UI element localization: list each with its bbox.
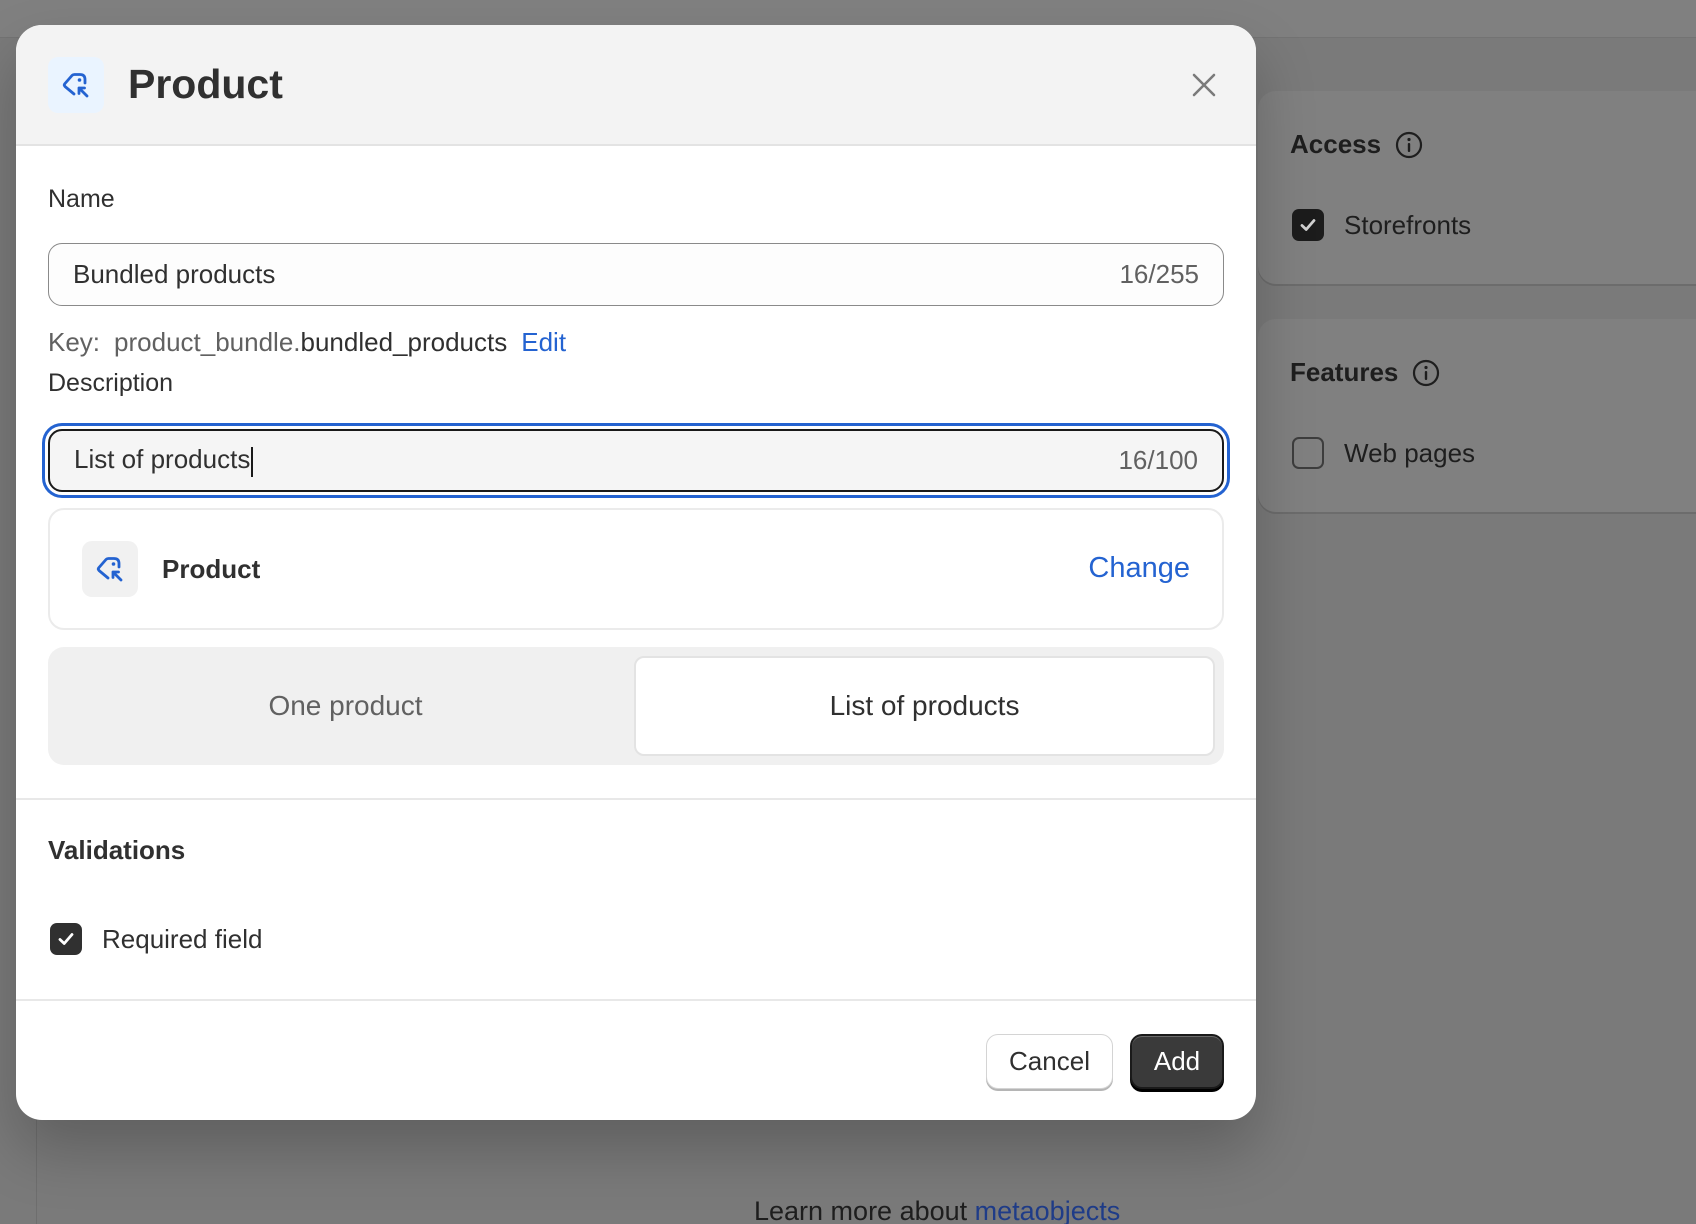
section-divider: [16, 798, 1256, 800]
add-button[interactable]: Add: [1130, 1034, 1224, 1089]
close-icon: [1192, 73, 1216, 97]
storefronts-label: Storefronts: [1344, 209, 1472, 240]
access-card: Access Storefronts: [1258, 91, 1696, 284]
web-pages-label: Web pages: [1344, 437, 1476, 468]
text-caret: [251, 446, 254, 477]
description-input-value[interactable]: List of products: [74, 444, 1118, 477]
web-pages-checkbox-row[interactable]: Web pages: [1292, 437, 1475, 469]
learn-more-text: Learn more about metaobjects: [754, 1196, 1121, 1224]
product-tag-icon: [48, 57, 104, 113]
web-pages-checkbox[interactable]: [1292, 437, 1324, 469]
cancel-button[interactable]: Cancel: [986, 1034, 1113, 1089]
field-type-card: Product Change: [48, 508, 1224, 630]
segment-list-of-products[interactable]: List of products: [634, 656, 1215, 756]
validations-heading: Validations: [48, 835, 186, 865]
change-type-link[interactable]: Change: [1088, 552, 1190, 585]
required-field-checkbox[interactable]: [50, 923, 82, 955]
segment-one-product[interactable]: One product: [57, 656, 634, 756]
edit-key-link[interactable]: Edit: [521, 327, 566, 357]
footer-divider: [16, 999, 1256, 1001]
checkmark-icon: [58, 933, 74, 945]
metaobjects-link[interactable]: metaobjects: [975, 1196, 1121, 1224]
required-field-checkbox-row[interactable]: Required field: [50, 923, 262, 955]
features-card-title: Features: [1290, 357, 1440, 388]
description-input[interactable]: List of products 16/100: [48, 429, 1224, 492]
close-button[interactable]: [1188, 69, 1220, 101]
key-row: Key: product_bundle.bundled_products Edit: [48, 327, 566, 358]
features-card: Features Web pages: [1258, 319, 1696, 512]
description-char-counter: 16/100: [1118, 445, 1198, 475]
info-icon[interactable]: [1395, 131, 1423, 159]
product-field-modal: Product Name Bundled products 16/255 Key…: [16, 25, 1256, 1120]
description-label: Description: [48, 369, 174, 397]
name-input-value[interactable]: Bundled products: [73, 259, 1119, 290]
storefronts-checkbox[interactable]: [1292, 209, 1324, 241]
access-card-title: Access: [1290, 129, 1423, 160]
name-char-counter: 16/255: [1119, 259, 1199, 289]
modal-header: Product: [16, 25, 1256, 146]
name-input[interactable]: Bundled products 16/255: [48, 243, 1224, 306]
field-type-name: Product: [162, 554, 261, 584]
checkmark-icon: [1300, 219, 1316, 231]
product-tag-icon: [82, 541, 138, 597]
modal-title: Product: [128, 61, 283, 107]
key-prefix: product_bundle.: [114, 327, 301, 357]
info-icon[interactable]: [1412, 359, 1440, 387]
cardinality-segmented-control: One product List of products: [48, 647, 1224, 765]
key-suffix: bundled_products: [300, 327, 508, 357]
key-label: Key:: [48, 327, 101, 357]
storefronts-checkbox-row[interactable]: Storefronts: [1292, 209, 1471, 241]
required-field-label: Required field: [102, 923, 263, 954]
name-label: Name: [48, 185, 115, 213]
